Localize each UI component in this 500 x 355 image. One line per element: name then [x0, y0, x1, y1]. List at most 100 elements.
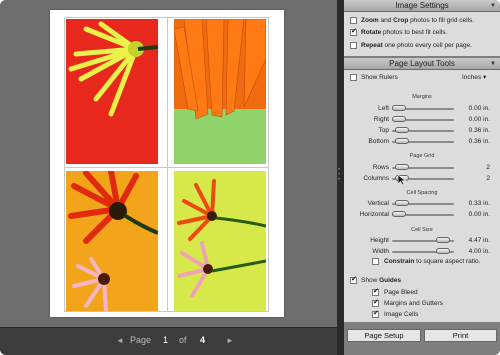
show-rulers-row[interactable]: Show Rulers Inches ▾: [344, 73, 500, 83]
horizontal-slider-knob[interactable]: [392, 211, 406, 217]
next-page-button[interactable]: ►: [226, 336, 234, 345]
page-layout-tools-title: Page Layout Tools: [389, 59, 455, 68]
current-page-number: 1: [163, 335, 169, 345]
gutter-guide-horizontal: [64, 167, 269, 168]
vertical-slider-knob[interactable]: [395, 200, 410, 206]
constrain-row[interactable]: Constrain to square aspect ratio.: [344, 257, 500, 267]
image-settings-header[interactable]: Image Settings ▼: [344, 0, 500, 12]
vertical-slider-row: Vertical 0.33 in.: [344, 199, 500, 209]
height-slider-knob[interactable]: [436, 237, 451, 243]
image-cells-row[interactable]: Image Cells: [344, 309, 500, 320]
page-grid-heading: Page Grid: [409, 153, 435, 159]
horizontal-value[interactable]: 0.00 in.: [469, 210, 490, 220]
horizontal-slider[interactable]: [392, 211, 454, 217]
show-rulers-label: Show Rulers: [361, 74, 398, 81]
page-bleed-checkbox[interactable]: [372, 287, 379, 297]
total-pages: 4: [200, 335, 206, 345]
print-preview-canvas: [0, 0, 337, 327]
collapse-triangle-icon: ▼: [490, 3, 496, 9]
bottom-label: Bottom: [368, 138, 389, 145]
show-guides-row[interactable]: Show Guides: [344, 275, 500, 286]
rows-slider-row: Rows 2: [344, 163, 500, 173]
left-slider[interactable]: [392, 105, 454, 111]
margins-gutters-row[interactable]: Margins and Gutters: [344, 298, 500, 309]
top-slider[interactable]: [392, 127, 454, 133]
rows-slider[interactable]: [392, 164, 454, 170]
show-rulers-checkbox[interactable]: [350, 74, 357, 81]
bottom-value[interactable]: 0.36 in.: [469, 137, 490, 147]
left-label: Left: [378, 105, 389, 112]
right-value[interactable]: 0.00 in.: [469, 115, 490, 125]
constrain-checkbox[interactable]: [372, 258, 379, 265]
width-slider[interactable]: [392, 248, 454, 254]
cell-spacing-heading: Cell Spacing: [406, 190, 438, 196]
gutter-guide-vertical: [167, 17, 168, 312]
page-setup-button[interactable]: Page Setup: [347, 329, 421, 342]
units-value: Inches: [462, 74, 482, 81]
top-slider-row: Top 0.36 in.: [344, 126, 500, 136]
page-of-label: of: [179, 335, 187, 345]
top-slider-knob[interactable]: [395, 127, 410, 133]
print-button[interactable]: Print: [424, 329, 497, 342]
margins-gutters-label: Margins and Gutters: [384, 300, 443, 307]
top-label: Top: [378, 127, 389, 134]
repeat-checkbox[interactable]: [350, 42, 357, 49]
page-label: Page: [130, 335, 152, 345]
dropdown-arrow-icon: ▾: [482, 74, 487, 81]
width-slider-knob[interactable]: [436, 248, 451, 254]
height-slider[interactable]: [392, 237, 454, 243]
units-dropdown[interactable]: Inches ▾: [462, 73, 486, 83]
zoom-label: Zoom: [361, 17, 379, 24]
vertical-label: Vertical: [367, 200, 389, 207]
width-label: Width: [372, 248, 389, 255]
image-settings-title: Image Settings: [395, 1, 449, 10]
height-value[interactable]: 4.47 in.: [469, 236, 490, 246]
vertical-slider[interactable]: [392, 200, 454, 206]
mouse-pointer-icon: [398, 175, 406, 185]
bottom-slider-knob[interactable]: [395, 138, 410, 144]
width-value[interactable]: 4.00 in.: [469, 247, 490, 257]
rows-value[interactable]: 2: [486, 163, 490, 173]
collapse-triangle-icon: ▼: [490, 61, 496, 67]
left-value[interactable]: 0.00 in.: [469, 104, 490, 114]
constrain-rest-label: to square aspect ratio.: [414, 258, 481, 265]
rotate-option[interactable]: Rotate photos to best fit cells.: [344, 27, 500, 38]
right-slider-knob[interactable]: [392, 116, 406, 122]
guides-label: Guides: [379, 277, 402, 284]
columns-label: Columns: [363, 175, 389, 182]
zoom-crop-checkbox[interactable]: [350, 17, 357, 24]
rows-label: Rows: [372, 164, 389, 171]
show-prefix-label: Show: [361, 277, 380, 284]
horizontal-label: Horizontal: [359, 211, 389, 218]
right-slider[interactable]: [392, 116, 454, 122]
page-bleed-row[interactable]: Page Bleed: [344, 287, 500, 298]
panel-splitter[interactable]: • • •: [337, 0, 344, 355]
constrain-label: Constrain: [384, 258, 415, 265]
right-label: Right: [373, 116, 389, 123]
show-guides-checkbox[interactable]: [350, 275, 357, 285]
left-slider-row: Left 0.00 in.: [344, 104, 500, 114]
cell-size-heading: Cell Size: [411, 227, 433, 233]
repeat-option[interactable]: Repeat one photo every cell per page.: [344, 41, 500, 51]
margins-gutters-checkbox[interactable]: [372, 298, 379, 308]
bottom-slider[interactable]: [392, 138, 454, 144]
page-bleed-label: Page Bleed: [384, 289, 418, 296]
zoom-crop-option[interactable]: Zoom and Crop photos to fill grid cells.: [344, 16, 500, 26]
left-slider-knob[interactable]: [392, 105, 406, 111]
previous-page-button[interactable]: ◄: [116, 336, 124, 345]
height-label: Height: [370, 237, 389, 244]
horizontal-slider-row: Horizontal 0.00 in.: [344, 210, 500, 220]
page-layout-tools-header[interactable]: Page Layout Tools ▼: [344, 58, 500, 70]
rows-slider-knob[interactable]: [395, 164, 410, 170]
repeat-label: Repeat: [361, 42, 383, 49]
rotate-checkbox[interactable]: [350, 27, 357, 37]
and-label: and: [378, 17, 394, 24]
image-cells-checkbox[interactable]: [372, 309, 379, 319]
margins-heading: Margins: [412, 94, 432, 100]
columns-slider-row: Columns 2: [344, 174, 500, 184]
top-value[interactable]: 0.36 in.: [469, 126, 490, 136]
columns-value[interactable]: 2: [486, 174, 490, 184]
width-slider-row: Width 4.00 in.: [344, 247, 500, 257]
vertical-value[interactable]: 0.33 in.: [469, 199, 490, 209]
repeat-rest-label: one photo every cell per page.: [382, 42, 472, 49]
